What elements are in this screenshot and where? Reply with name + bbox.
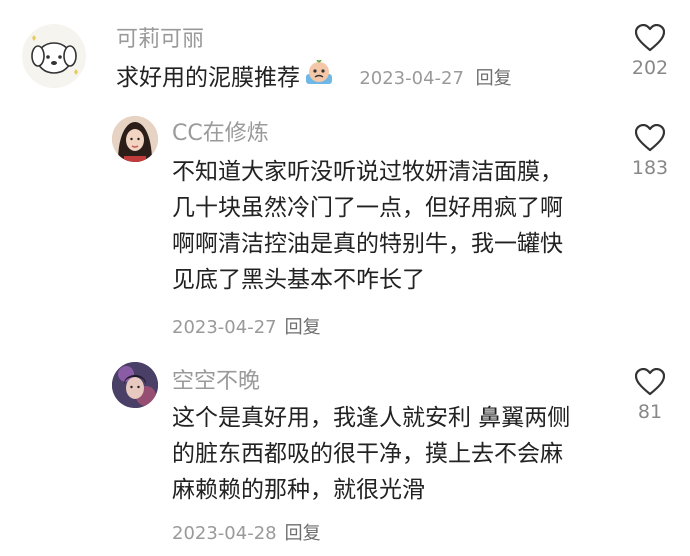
comment-username[interactable]: 可莉可丽 (116, 26, 204, 54)
like-count: 183 (631, 157, 669, 179)
comment-text-line: 不知道大家听没听说过牧妍清洁面膜， (172, 159, 563, 185)
like-count: 202 (631, 57, 669, 79)
like-control: 183 (620, 124, 680, 180)
reply-button[interactable]: 回复 (476, 68, 512, 89)
avatar-portrait (112, 362, 158, 408)
reply-button[interactable]: 回复 (285, 523, 321, 544)
comment-date: 2023-04-28 (172, 523, 277, 544)
avatar-portrait (112, 116, 158, 162)
avatar[interactable] (22, 24, 86, 88)
comment-date: 2023-04-27 (359, 67, 464, 89)
comment-text-line: 几十块虽然冷门了一点，但好用疯了啊 (172, 195, 563, 221)
comment-text-line: 这个是真好用，我逢人就安利 鼻翼两侧 (172, 405, 571, 431)
comment-text: 这个是真好用，我逢人就安利 鼻翼两侧 的脏东西都吸的很干净，摸上去不会麻 麻赖赖… (172, 400, 570, 508)
comment-meta: 2023-04-28 回复 (172, 522, 321, 546)
comment-username[interactable]: CC在修炼 (172, 120, 269, 148)
comment-text-line: 求好用的泥膜推荐 (116, 65, 300, 91)
comment-text-line: 见底了黑头基本不咋长了 (172, 267, 425, 293)
avatar-puppy-drawing (31, 35, 78, 75)
comment-text-line: 啊啊清洁控油是真的特别牛，我一罐快 (172, 231, 563, 257)
comment-item: 可莉可丽 求好用的泥膜推荐 2023-04-27 回复 202 (0, 0, 690, 110)
comment-meta: 2023-04-27 回复 (172, 316, 321, 340)
like-control: 202 (620, 24, 680, 80)
avatar[interactable] (112, 116, 158, 162)
comment-date: 2023-04-27 (172, 317, 277, 338)
comment-text-line: 的脏东西都吸的很干净，摸上去不会麻 (172, 441, 563, 467)
comment-text-line: 麻赖赖的那种，就很光滑 (172, 477, 425, 503)
avatar[interactable] (112, 362, 158, 408)
crying-face-emoji-icon (304, 59, 334, 97)
heart-outline-icon[interactable] (635, 124, 665, 152)
comment-text: 求好用的泥膜推荐 2023-04-27 回复 (116, 59, 512, 97)
heart-outline-icon[interactable] (635, 24, 665, 52)
comment-text: 不知道大家听没听说过牧妍清洁面膜， 几十块虽然冷门了一点，但好用疯了啊 啊啊清洁… (172, 154, 563, 298)
heart-outline-icon[interactable] (635, 368, 665, 396)
comment-username[interactable]: 空空不晚 (172, 368, 260, 396)
comment-item: CC在修炼 不知道大家听没听说过牧妍清洁面膜， 几十块虽然冷门了一点，但好用疯了… (0, 110, 690, 350)
reply-button[interactable]: 回复 (285, 317, 321, 338)
comment-item: 空空不晚 这个是真好用，我逢人就安利 鼻翼两侧 的脏东西都吸的很干净，摸上去不会… (0, 358, 690, 556)
like-control: 81 (620, 368, 680, 424)
like-count: 81 (637, 401, 663, 423)
